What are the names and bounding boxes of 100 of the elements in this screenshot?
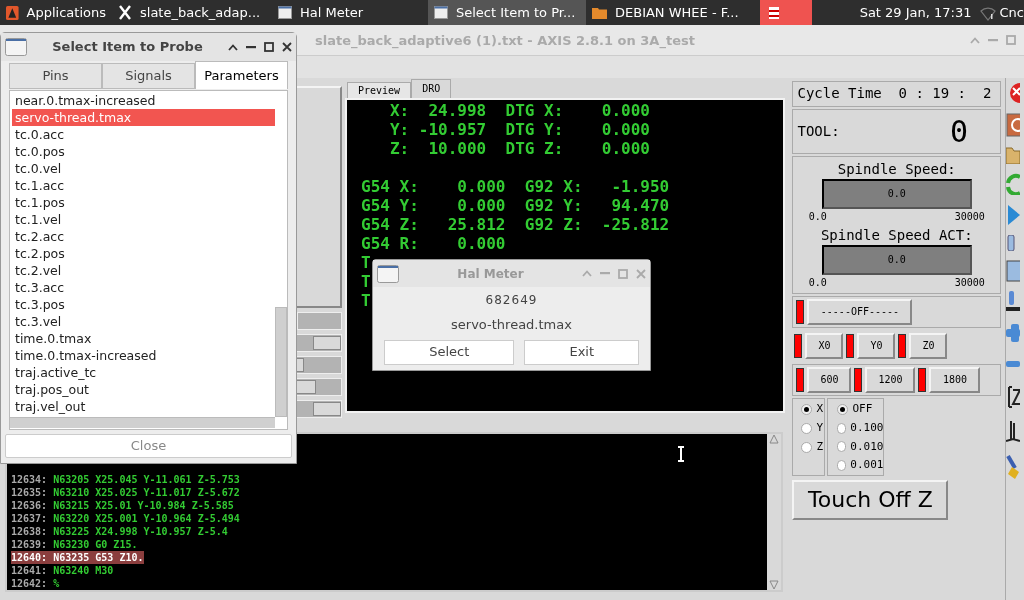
parameter-item[interactable]: near.0.tmax-increased [12, 92, 275, 109]
gcode-line[interactable]: 12641: N63240 M30 [11, 564, 115, 577]
gcode-line[interactable]: 12638: N63225 X24.998 Y-10.957 Z-5.4 [11, 525, 229, 538]
x-logo-icon [118, 5, 132, 21]
dro-line: X: 24.998 DTG X: 0.000 [388, 101, 650, 120]
close-icon[interactable] [282, 42, 292, 52]
radio-option[interactable]: X [801, 400, 825, 419]
parameter-item[interactable]: tc.1.pos [12, 194, 275, 211]
user-name[interactable]: Cnc [999, 2, 1024, 23]
dro-line: Y: -10.957 DTG Y: 0.000 [388, 120, 650, 139]
parameter-item[interactable]: tc.3.vel [12, 313, 275, 330]
meter-label: Spindle Speed: [837, 160, 956, 179]
meter-label: Spindle Speed ACT: [820, 226, 973, 245]
taskbar-item[interactable] [760, 0, 812, 26]
taskbar-item[interactable]: Applications [0, 0, 112, 26]
gcode-line[interactable]: 12639: N63230 G0 Z15. [11, 538, 139, 551]
cursor-icon [676, 446, 686, 462]
dialog-button[interactable]: Select [384, 339, 515, 365]
parameter-item[interactable]: traj.active_tc [12, 364, 275, 381]
app-menu-icon [6, 3, 19, 22]
app-icon [766, 5, 782, 20]
taskbar-item[interactable]: Hal Meter [272, 0, 428, 26]
close-button[interactable]: Close [5, 434, 292, 458]
slider-thumb[interactable] [313, 402, 341, 416]
taskbar-item[interactable]: slate_back_adap... [112, 0, 272, 26]
clock[interactable]: Sat 29 Jan, 17:31 [859, 2, 972, 23]
radio-circle[interactable] [801, 404, 813, 415]
parameter-item[interactable]: tc.0.acc [12, 126, 275, 143]
meter-max: 30000 [954, 276, 985, 290]
meter-signal-name: servo-thread.tmax [450, 316, 573, 334]
parameter-item[interactable]: tc.3.acc [12, 279, 275, 296]
minimize-icon[interactable] [246, 45, 256, 49]
toggle-button[interactable]: 600 [807, 367, 852, 393]
probe-tab[interactable]: Pins [9, 63, 102, 89]
window-icon [434, 6, 448, 20]
taskbar-item[interactable]: DEBIAN WHEE - F... [586, 0, 752, 26]
dro-line: G54 Z: 25.812 G92 Z: -25.812 [361, 215, 670, 234]
radio-option[interactable]: 0.001 [837, 456, 884, 475]
toggle-button[interactable]: Y0 [857, 333, 896, 359]
toggle-button[interactable]: -----OFF----- [807, 299, 913, 325]
plus-icon[interactable] [1006, 322, 1021, 344]
parameter-item[interactable]: tc.2.vel [12, 262, 275, 279]
toolbar-icon[interactable] [1006, 291, 1021, 313]
z-view-icon[interactable] [1006, 384, 1021, 410]
step-icon[interactable] [1006, 235, 1017, 251]
radio-circle[interactable] [837, 403, 849, 415]
power-icon[interactable] [1006, 113, 1021, 137]
parameter-item[interactable]: time.0.tmax [12, 330, 275, 347]
parameter-item[interactable]: tc.3.pos [12, 296, 275, 313]
dro-line: G54 R: 0.000 [361, 234, 506, 253]
dro-line: T [361, 291, 371, 310]
folder-icon [592, 6, 607, 20]
gcode-line[interactable]: 12634: N63205 X25.045 Y-11.061 Z-5.753 [11, 473, 241, 486]
taskbar-item[interactable]: Select Item to Pr... [428, 0, 586, 26]
toggle-button[interactable]: 1800 [929, 367, 981, 393]
window-title: Select Item to Probe [51, 38, 204, 57]
scrollbar[interactable] [10, 417, 275, 428]
view-tab[interactable]: Preview [347, 82, 412, 98]
toggle-button[interactable]: X0 [805, 333, 844, 359]
view-tab[interactable]: DRO [411, 79, 452, 98]
parameter-item[interactable]: tc.2.acc [12, 228, 275, 245]
scroll-down-icon[interactable] [769, 580, 780, 590]
tool-label: TOOL: [797, 122, 840, 141]
parameter-item[interactable]: traj.pos_out [12, 381, 275, 398]
meter-reading: 0.0 [886, 187, 907, 202]
gcode-line[interactable]: 12635: N63210 X25.025 Y-11.017 Z-5.672 [11, 486, 241, 499]
touch-off-button[interactable]: Touch Off Z [792, 480, 949, 520]
gcode-line[interactable]: 12636: N63215 X25.01 Y-10.984 Z-5.585 [11, 499, 235, 512]
probe-tab[interactable]: Signals [102, 63, 195, 89]
slider-thumb[interactable] [313, 336, 341, 350]
gcode-line[interactable]: 12637: N63220 X25.001 Y-10.964 Z-5.494 [11, 512, 241, 525]
probe-tab[interactable]: Parameters [195, 61, 288, 89]
dro-line: Z: 10.000 DTG Z: 0.000 [388, 139, 650, 158]
parameter-item[interactable]: tc.0.vel [12, 160, 275, 177]
toggle-button[interactable]: 1200 [865, 367, 916, 393]
brush-icon[interactable] [1006, 454, 1021, 480]
shade-icon[interactable] [228, 43, 238, 51]
parameter-item[interactable]: tc.1.vel [12, 211, 275, 228]
parameter-item[interactable]: tc.0.pos [12, 143, 275, 160]
scroll-up-icon[interactable] [769, 434, 780, 444]
window-title: slate_back_adaptive6 (1).txt - AXIS 2.8.1 on 3A_test [315, 31, 696, 51]
meter-min: 0.0 [808, 276, 827, 290]
radio-option[interactable]: Z [801, 438, 825, 457]
radio-option[interactable]: 0.100 [837, 418, 884, 438]
parameter-item[interactable]: tc.1.acc [12, 177, 275, 194]
parameter-item[interactable]: traj.vel_out [12, 398, 275, 415]
parameter-item[interactable]: time.0.tmax-increased [12, 347, 275, 364]
gcode-line[interactable]: 12642: % [11, 577, 61, 590]
reload-icon[interactable] [1006, 173, 1021, 195]
dro-line: G54 Y: 0.000 G92 Y: 94.470 [361, 196, 670, 215]
view-icon[interactable] [1006, 419, 1021, 445]
radio-option[interactable]: OFF [837, 400, 884, 419]
dialog-button[interactable]: Exit [524, 339, 639, 365]
maximize-icon[interactable] [264, 42, 274, 52]
parameter-item[interactable]: tc.2.pos [12, 245, 275, 262]
radio-option[interactable]: 0.010 [837, 437, 884, 457]
radio-option[interactable]: Y [801, 419, 825, 438]
toggle-button[interactable]: Z0 [909, 333, 948, 359]
scrollbar[interactable] [767, 434, 782, 590]
window-icon [5, 38, 27, 56]
